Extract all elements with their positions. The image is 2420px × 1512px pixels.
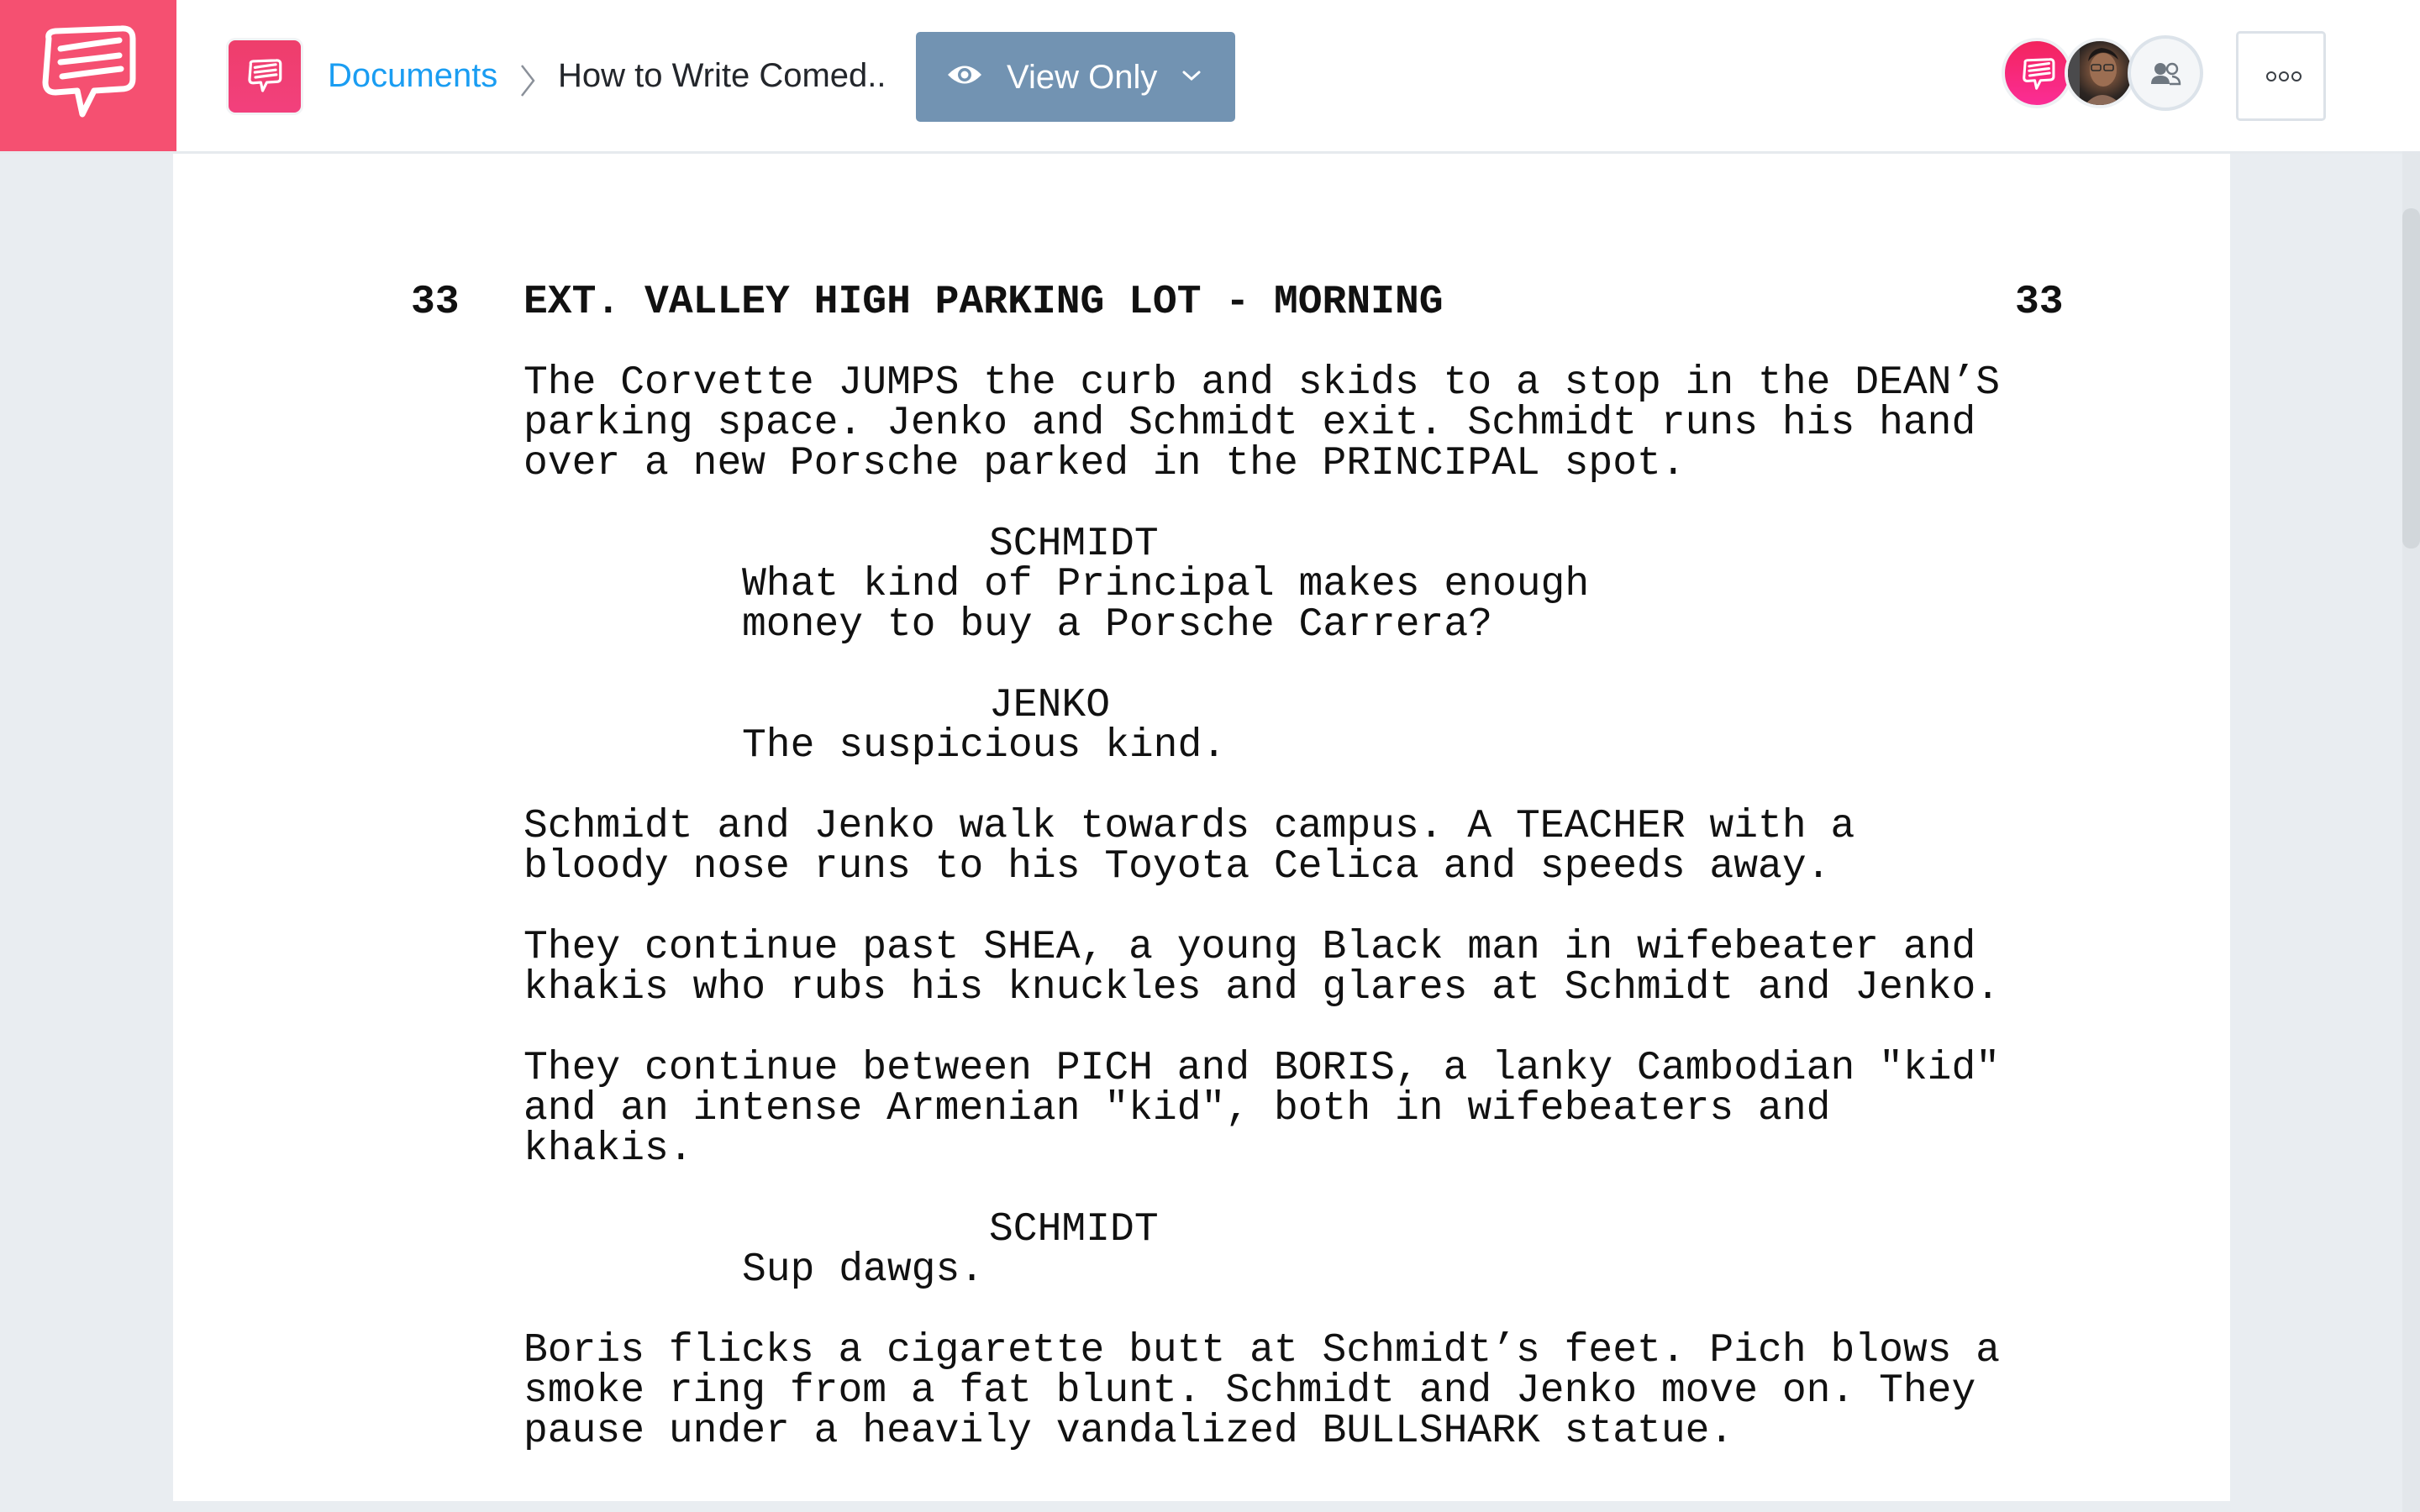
scene-number-right: 33 [2015, 280, 2064, 325]
dialogue-line: What kind of Principal makes enough [742, 562, 1590, 607]
dialogue-line: money to buy a Porsche Carrera? [742, 602, 1492, 648]
user-photo-icon [2068, 41, 2122, 105]
chevron-down-icon [1181, 69, 1202, 86]
chat-bubble-logo-icon [42, 25, 136, 118]
character-name: SCHMIDT [989, 522, 1159, 567]
breadcrumb-current-document: How to Write Comed.. [558, 57, 886, 94]
more-options-button[interactable] [2236, 31, 2326, 121]
action-line: Boris flicks a cigarette butt at Schmidt… [523, 1328, 2001, 1373]
app-logo[interactable] [0, 0, 176, 151]
action-line: pause under a heavily vandalized BULLSHA… [523, 1409, 1734, 1454]
users-icon [2151, 62, 2181, 86]
action-line: Schmidt and Jenko walk towards campus. A… [523, 804, 1855, 849]
screenplay-content: 33 EXT. VALLEY HIGH PARKING LOT - MORNIN… [173, 154, 2230, 1501]
breadcrumb-documents-link[interactable]: Documents [328, 52, 497, 99]
action-line: khakis who rubs his knuckles and glares … [523, 965, 2001, 1011]
action-line: The Corvette JUMPS the curb and skids to… [523, 360, 2001, 406]
top-header: Documents How to Write Comed.. View Only [0, 0, 2420, 154]
dialogue-line: The suspicious kind. [742, 723, 1227, 769]
chevron-right-icon [519, 64, 536, 101]
action-line: parking space. Jenko and Schmidt exit. S… [523, 401, 1976, 446]
view-only-dropdown-button[interactable]: View Only [916, 32, 1235, 122]
character-name: JENKO [989, 683, 1111, 728]
character-name: SCHMIDT [989, 1207, 1159, 1252]
action-line: and an intense Armenian "kid", both in w… [523, 1086, 1831, 1131]
eye-icon [946, 62, 983, 91]
collaborator-avatar-brand[interactable] [2002, 38, 2072, 108]
action-line: over a new Porsche parked in the PRINCIP… [523, 441, 1686, 486]
scene-heading: EXT. VALLEY HIGH PARKING LOT - MORNING [523, 280, 1444, 325]
scene-number-left: 33 [411, 280, 460, 325]
collaborator-avatar-photo[interactable] [2065, 38, 2135, 108]
dialogue-line: Sup dawgs. [742, 1247, 985, 1293]
action-line: bloody nose runs to his Toyota Celica an… [523, 844, 1831, 890]
action-line: They continue past SHEA, a young Black m… [523, 925, 1976, 970]
view-only-label: View Only [1007, 59, 1158, 96]
more-dots-icon [2266, 71, 2302, 81]
document-type-icon [229, 40, 301, 113]
chat-bubble-icon [2023, 58, 2055, 90]
action-line: khakis. [523, 1126, 693, 1172]
script-page: 33 EXT. VALLEY HIGH PARKING LOT - MORNIN… [173, 154, 2230, 1501]
share-collaborators-button[interactable] [2128, 35, 2203, 111]
chat-bubble-icon [248, 59, 282, 92]
action-line: smoke ring from a fat blunt. Schmidt and… [523, 1368, 1976, 1414]
scrollbar-thumb[interactable] [2402, 208, 2420, 549]
action-line: They continue between PICH and BORIS, a … [523, 1046, 2001, 1091]
